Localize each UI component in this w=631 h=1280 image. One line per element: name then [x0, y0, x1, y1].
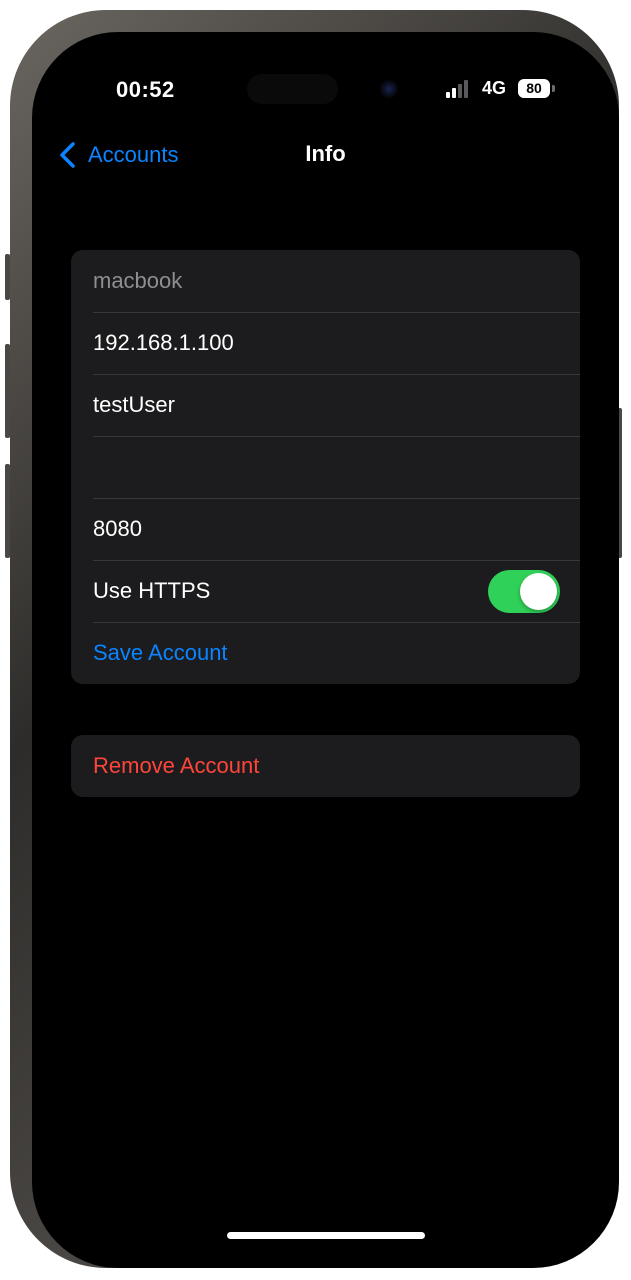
battery-cap: [552, 85, 555, 92]
battery-icon: 80: [518, 79, 550, 98]
front-camera: [380, 80, 398, 98]
host-value: 192.168.1.100: [93, 330, 234, 355]
signal-bar: [452, 88, 456, 98]
https-row: Use HTTPS: [71, 560, 580, 622]
account-form-group: macbook 192.168.1.100 testUser 8080 Use …: [71, 250, 580, 684]
screen: 00:52 4G 80 Accounts Info macbook 192.16…: [32, 32, 619, 1268]
remove-account-button[interactable]: Remove Account: [71, 735, 580, 797]
signal-bar: [458, 84, 462, 98]
save-account-button[interactable]: Save Account: [71, 622, 580, 684]
remove-account-group: Remove Account: [71, 735, 580, 797]
network-type: 4G: [482, 78, 507, 98]
toggle-knob: [520, 573, 557, 610]
page-title: Info: [305, 141, 346, 166]
name-field[interactable]: macbook: [71, 250, 580, 312]
dynamic-island: [247, 74, 338, 104]
signal-bar: [464, 80, 468, 98]
name-field-placeholder: macbook: [93, 268, 183, 293]
home-indicator[interactable]: [227, 1232, 425, 1239]
cellular-signal-icon: [446, 80, 474, 98]
https-toggle[interactable]: [488, 570, 560, 613]
username-field[interactable]: testUser: [71, 374, 580, 436]
password-field[interactable]: [71, 436, 580, 498]
username-value: testUser: [93, 392, 175, 417]
host-field[interactable]: 192.168.1.100: [71, 312, 580, 374]
https-label: Use HTTPS: [93, 578, 211, 603]
port-value: 8080: [93, 516, 142, 541]
port-field[interactable]: 8080: [71, 498, 580, 560]
phone-frame: 00:52 4G 80 Accounts Info macbook 192.16…: [5, 10, 622, 1268]
volume-up-button: [5, 344, 10, 438]
volume-down-button: [5, 464, 10, 558]
action-button: [5, 254, 10, 300]
remove-account-label: Remove Account: [93, 753, 260, 778]
signal-bar: [446, 92, 450, 98]
status-time: 00:52: [116, 77, 175, 102]
save-account-label: Save Account: [93, 640, 228, 665]
